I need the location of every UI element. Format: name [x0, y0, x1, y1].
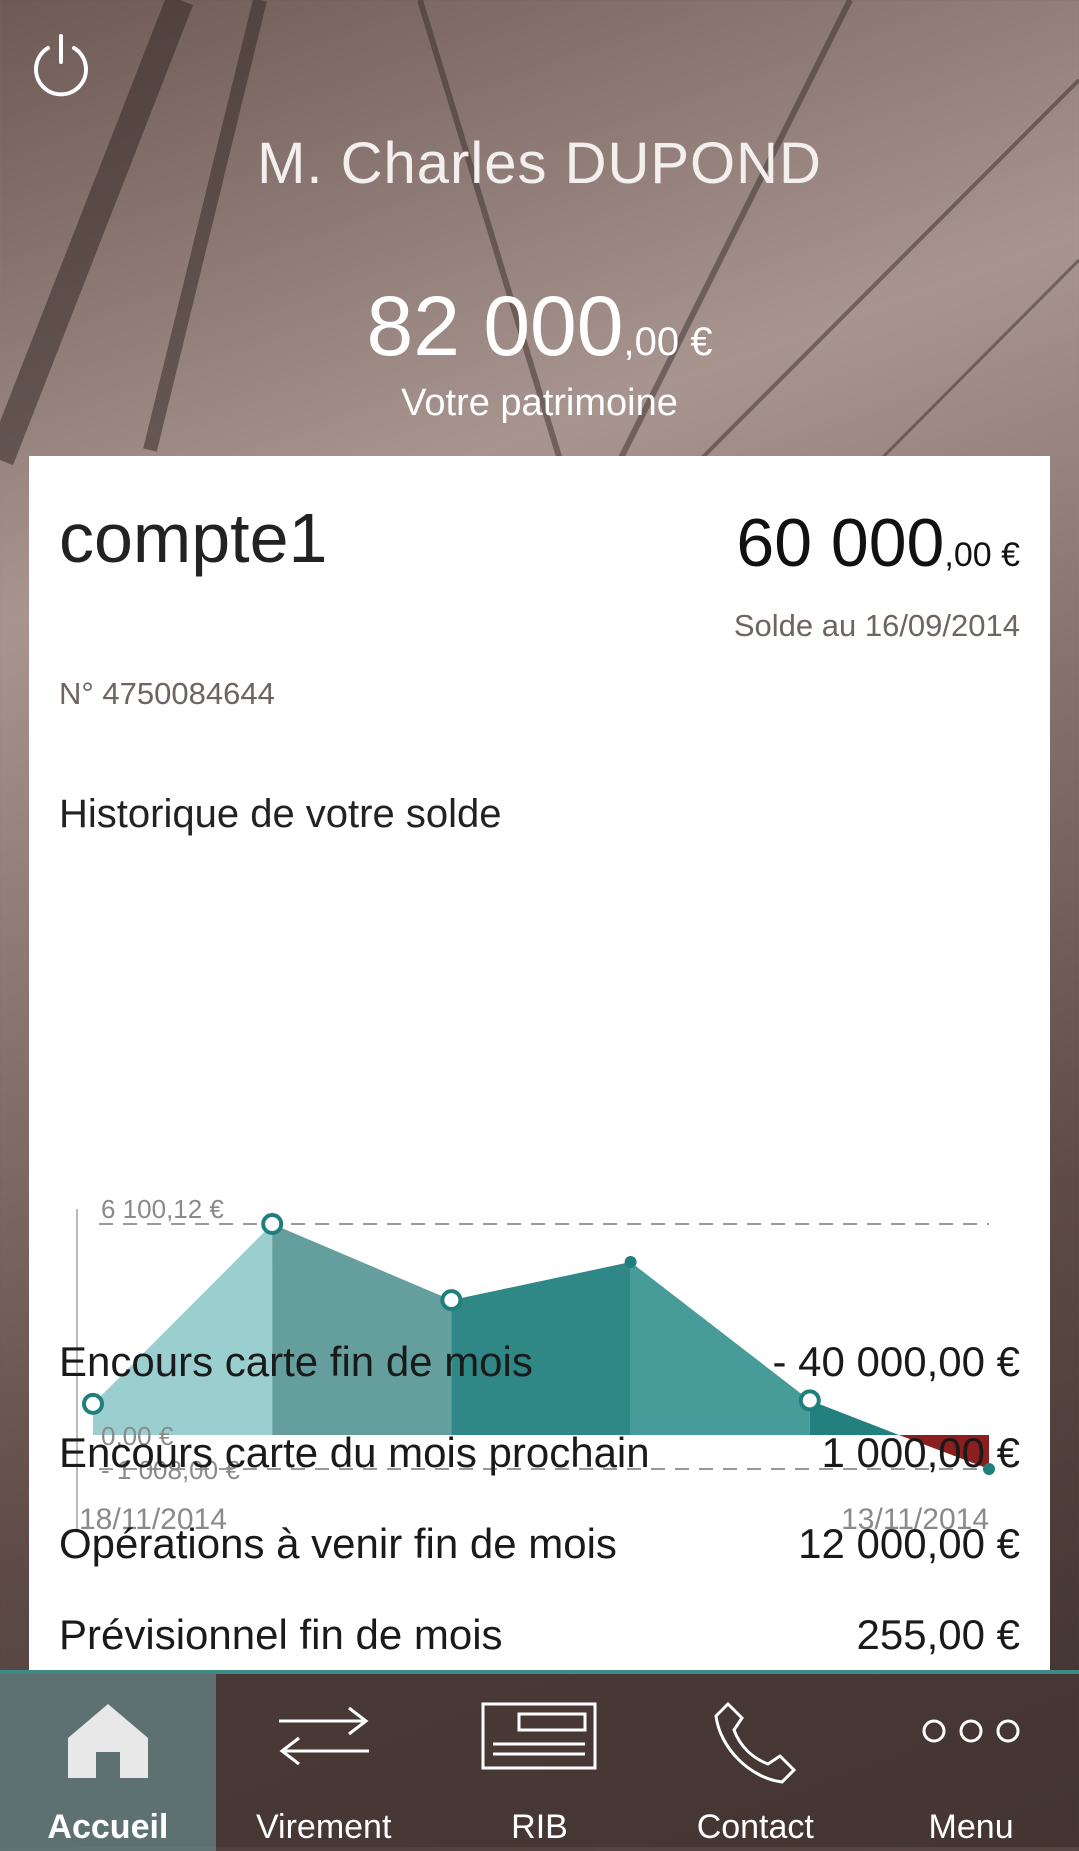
nav-label: Virement: [255, 1808, 392, 1846]
summary-value: 12 000,00 €: [798, 1519, 1020, 1567]
patrimoine-label: Votre patrimoine: [401, 382, 678, 424]
patrimoine-dec: ,00 €: [623, 320, 713, 364]
nav-label: Accueil: [47, 1808, 169, 1846]
nav-rib[interactable]: RIB: [432, 1674, 648, 1851]
summary-label: Opérations à venir fin de mois: [59, 1519, 617, 1567]
summary-label: Encours carte du mois prochain: [59, 1428, 650, 1476]
data-point[interactable]: [624, 1256, 637, 1269]
nav-contact[interactable]: Contact: [647, 1674, 863, 1851]
solde-date: Solde au 16/09/2014: [733, 608, 1020, 643]
data-point[interactable]: [261, 1213, 284, 1235]
summary-label: Prévisionnel fin de mois: [59, 1610, 503, 1658]
nav-label: RIB: [511, 1808, 568, 1846]
transfer-icon: [278, 1706, 369, 1766]
summary-list: Encours carte fin de mois - 40 000,00 € …: [59, 1316, 1020, 1680]
summary-row: Encours carte fin de mois - 40 000,00 €: [59, 1316, 1020, 1407]
patrimoine-amount: 82 000,00 €: [0, 278, 1079, 375]
summary-label: Encours carte fin de mois: [59, 1337, 533, 1385]
account-balance-int: 60 000: [736, 505, 945, 581]
summary-row: Prévisionnel fin de mois 255,00 €: [59, 1589, 1020, 1680]
summary-value: 1 000,00 €: [821, 1428, 1020, 1476]
phone-icon: [714, 1701, 797, 1784]
power-icon[interactable]: [26, 30, 96, 100]
patrimoine-int: 82 000: [366, 279, 624, 373]
nav-accueil[interactable]: Accueil: [0, 1674, 216, 1851]
summary-row: Encours carte du mois prochain 1 000,00 …: [59, 1407, 1020, 1498]
bottom-nav: Accueil Virement RIB Contact Menu: [0, 1670, 1079, 1851]
history-title: Historique de votre solde: [59, 792, 502, 836]
account-name: compte1: [59, 499, 328, 577]
y-label-max: 6 100,12 €: [101, 1194, 224, 1224]
account-number: N° 4750084644: [59, 676, 275, 711]
account-card[interactable]: compte1 60 000,00 € Solde au 16/09/2014 …: [29, 456, 1050, 1670]
summary-value: - 40 000,00 €: [772, 1337, 1020, 1385]
nav-label: Menu: [928, 1808, 1014, 1846]
summary-row: Opérations à venir fin de mois 12 000,00…: [59, 1498, 1020, 1589]
nav-label: Contact: [696, 1808, 814, 1846]
rib-card-icon: [481, 1702, 597, 1770]
more-dots-icon: [922, 1719, 1020, 1743]
user-name: M. Charles DUPOND: [257, 131, 822, 196]
summary-value: 255,00 €: [856, 1610, 1021, 1658]
nav-menu[interactable]: Menu: [863, 1674, 1079, 1851]
account-balance-dec: ,00 €: [944, 536, 1020, 574]
nav-virement[interactable]: Virement: [216, 1674, 432, 1851]
data-point[interactable]: [440, 1289, 463, 1312]
account-balance: 60 000,00 €: [736, 504, 1020, 582]
home-icon: [67, 1704, 148, 1778]
